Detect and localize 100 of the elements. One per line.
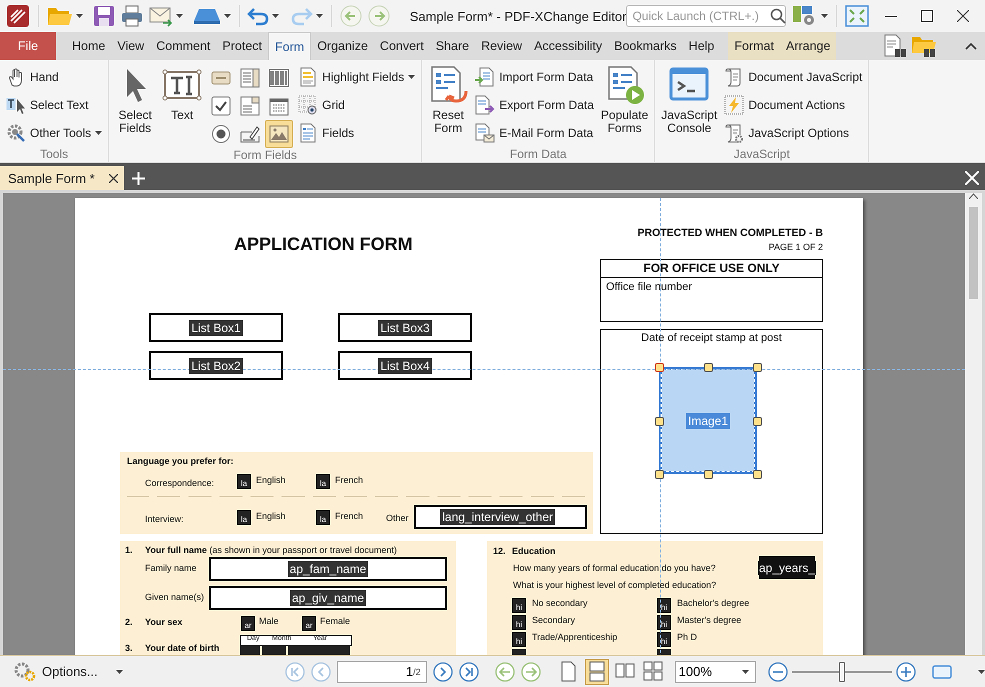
resize-handle[interactable] — [753, 363, 762, 372]
options-button[interactable]: Options... — [14, 662, 123, 682]
ribbon-tab[interactable]: Help — [682, 32, 720, 60]
view-mode-button[interactable] — [584, 658, 609, 684]
ribbon-tab[interactable]: Home — [66, 32, 112, 60]
resize-handle[interactable] — [655, 470, 664, 479]
ribbon-button[interactable]: Import Form Data — [473, 63, 596, 91]
scanner-icon[interactable] — [192, 7, 221, 25]
ribbon-tab[interactable]: Comment — [150, 32, 216, 60]
ribbon-tab[interactable]: Review — [475, 32, 528, 60]
caret-icon[interactable] — [272, 14, 280, 18]
text-field[interactable]: ap_giv_name — [209, 586, 447, 610]
ribbon-tab[interactable]: File — [0, 32, 56, 60]
ribbon-button[interactable]: Grid — [296, 91, 418, 119]
caret-icon[interactable] — [978, 670, 985, 674]
field-tool-button[interactable] — [265, 120, 294, 148]
zoom-out-icon[interactable] — [768, 662, 788, 682]
ribbon-button[interactable]: JavaScript Options — [722, 119, 864, 147]
ribbon-tab[interactable]: Bookmarks — [608, 32, 683, 60]
text-field[interactable]: lang_interview_other — [414, 505, 587, 529]
caret-icon[interactable] — [821, 14, 828, 18]
scrollbar-thumb[interactable] — [969, 207, 978, 299]
ribbon-button[interactable]: Document JavaScript — [722, 63, 864, 91]
list-box-field[interactable]: List Box2 — [149, 351, 283, 380]
ribbon-button[interactable]: JavaScript Console — [659, 63, 720, 137]
grid-eye-icon — [298, 95, 318, 115]
plus-icon[interactable] — [132, 172, 145, 184]
resize-handle[interactable] — [753, 416, 762, 426]
image-field[interactable]: Image1 — [659, 367, 757, 474]
search-icon[interactable] — [770, 8, 786, 24]
resize-handle[interactable] — [655, 363, 664, 372]
close-icon[interactable] — [108, 174, 118, 182]
ribbon-tab[interactable]: Protect — [216, 32, 268, 60]
ribbon-button[interactable]: Hand — [4, 63, 104, 91]
ribbon-tab[interactable]: Convert — [374, 32, 430, 60]
ribbon-tab[interactable]: Format — [728, 32, 780, 60]
caret-icon[interactable] — [176, 14, 183, 18]
ribbon-button[interactable]: Export Form Data — [473, 91, 596, 119]
app-logo-icon[interactable] — [6, 4, 30, 28]
list-box-field[interactable]: List Box4 — [338, 351, 472, 380]
checkbox-field[interactable]: la — [316, 474, 330, 489]
checkbox-field[interactable]: la — [237, 510, 251, 525]
resize-handle[interactable] — [655, 416, 664, 426]
caret-icon[interactable] — [76, 14, 83, 18]
text-field[interactable]: ap_fam_name — [209, 557, 447, 581]
list-box-field[interactable]: List Box1 — [149, 313, 283, 342]
checkbox-field[interactable]: hi — [512, 598, 526, 613]
page-number-field[interactable]: 1$^{/2}$ — [336, 660, 427, 682]
maximize-icon[interactable] — [921, 10, 933, 22]
list-box-field[interactable]: List Box3 — [338, 313, 472, 342]
ribbon-button[interactable]: Select Fields — [113, 63, 158, 137]
ribbon-button[interactable]: Reset Form — [426, 63, 470, 137]
printer-icon[interactable] — [120, 5, 143, 27]
last-page-icon[interactable] — [458, 662, 479, 682]
close-icon[interactable] — [957, 10, 969, 22]
scroll-up-icon[interactable] — [969, 193, 978, 199]
resize-handle[interactable] — [753, 470, 762, 479]
ribbon-tab[interactable]: Organize — [311, 32, 374, 60]
ribbon-button[interactable]: E-Mail Form Data — [473, 119, 596, 147]
folder-binoculars-icon[interactable] — [911, 34, 937, 58]
checkbox-field[interactable]: hi — [512, 632, 526, 647]
ribbon-tab[interactable]: Form — [268, 32, 312, 60]
checkbox-field[interactable]: la — [237, 474, 251, 489]
next-page-icon[interactable] — [432, 662, 453, 682]
zoom-in-icon[interactable] — [896, 662, 916, 682]
collapse-icon[interactable] — [965, 42, 977, 50]
resize-handle[interactable] — [704, 470, 713, 479]
checkbox-field[interactable]: ar — [241, 616, 255, 631]
form-text: Trade/Apprenticeship — [532, 632, 618, 642]
checkbox-field[interactable]: hi — [657, 632, 671, 647]
undo-icon[interactable] — [247, 6, 270, 26]
checkbox-field[interactable]: hi — [657, 598, 671, 613]
scrollbar[interactable] — [965, 193, 982, 655]
text-field[interactable]: ap_years_ — [759, 556, 815, 579]
monitor-icon[interactable] — [932, 664, 952, 680]
ribbon-tab[interactable]: View — [111, 32, 150, 60]
checkbox-field[interactable]: ar — [302, 616, 316, 631]
checkbox-field[interactable]: hi — [512, 615, 526, 630]
ribbon-tab[interactable]: Share — [430, 32, 476, 60]
checkbox-field[interactable]: hi — [657, 615, 671, 630]
fullscreen-icon[interactable] — [845, 5, 869, 27]
document-tab[interactable]: Sample Form * — [0, 166, 124, 190]
ribbon-button[interactable]: Document Actions — [722, 91, 864, 119]
ribbon-tab[interactable]: Arrange — [780, 32, 836, 60]
ribbon-button[interactable]: Highlight Fields — [296, 63, 418, 91]
ribbon-button[interactable]: Select Text — [4, 91, 104, 119]
checkbox-field[interactable]: la — [316, 510, 330, 525]
caret-icon[interactable] — [316, 14, 324, 18]
caret-icon[interactable] — [224, 14, 231, 18]
zoom-field[interactable]: 100% — [674, 660, 756, 682]
save-icon[interactable] — [92, 5, 115, 27]
ribbon-button[interactable]: Populate Forms — [598, 63, 650, 137]
ribbon-button[interactable]: Text — [160, 63, 204, 124]
quick-launch-field[interactable]: Quick Launch (CTRL+.) — [626, 5, 786, 27]
document-binoculars-icon[interactable] — [883, 34, 907, 58]
ribbon-tab[interactable]: Accessibility — [528, 32, 608, 60]
ribbon-button[interactable]: Other Tools — [4, 119, 104, 147]
resize-handle[interactable] — [704, 363, 713, 372]
ribbon-button[interactable]: Fields — [296, 119, 418, 147]
slider-thumb[interactable] — [839, 662, 845, 682]
